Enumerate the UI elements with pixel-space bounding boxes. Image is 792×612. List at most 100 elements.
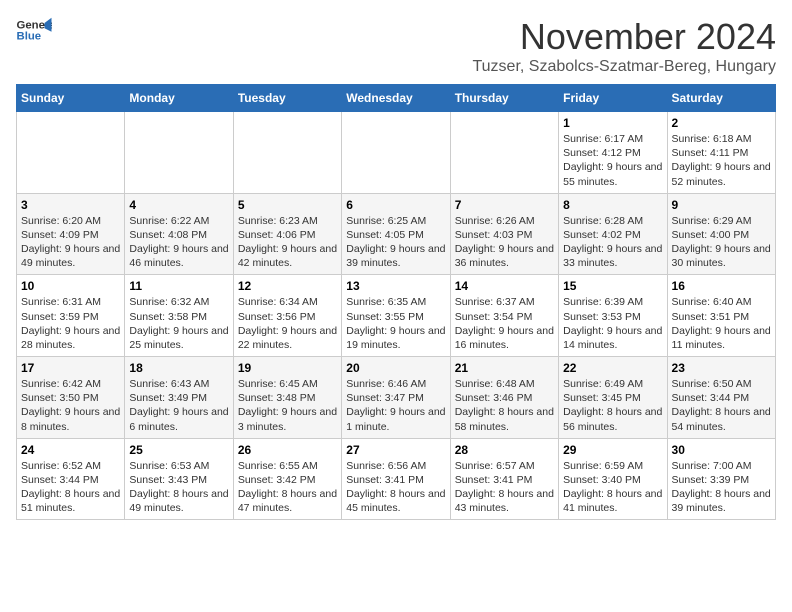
day-number: 15: [563, 279, 662, 293]
day-info: Sunrise: 6:20 AM Sunset: 4:09 PM Dayligh…: [21, 214, 120, 271]
day-cell: 17Sunrise: 6:42 AM Sunset: 3:50 PM Dayli…: [17, 357, 125, 439]
day-number: 29: [563, 443, 662, 457]
day-cell: 12 Sunrise: 6:34 AM Sunset: 3:56 PM Dayli…: [233, 275, 341, 357]
day-cell: 22Sunrise: 6:49 AM Sunset: 3:45 PM Dayli…: [559, 357, 667, 439]
day-info: Sunrise: 6:28 AM Sunset: 4:02 PM Dayligh…: [563, 214, 662, 271]
week-row-1: 3 Sunrise: 6:20 AM Sunset: 4:09 PM Daylig…: [17, 193, 776, 275]
day-info: Sunrise: 6:56 AM Sunset: 3:41 PM Dayligh…: [346, 459, 445, 516]
day-info: Sunrise: 6:59 AM Sunset: 3:40 PM Dayligh…: [563, 459, 662, 516]
day-cell: 11 Sunrise: 6:32 AM Sunset: 3:58 PM Dayli…: [125, 275, 233, 357]
day-number: 27: [346, 443, 445, 457]
day-cell: 5 Sunrise: 6:23 AM Sunset: 4:06 PM Daylig…: [233, 193, 341, 275]
day-number: 19: [238, 361, 337, 375]
header-thursday: Thursday: [450, 85, 558, 112]
logo-icon: General Blue: [16, 16, 52, 44]
day-number: 26: [238, 443, 337, 457]
day-info: Sunrise: 6:53 AM Sunset: 3:43 PM Dayligh…: [129, 459, 228, 516]
day-number: 24: [21, 443, 120, 457]
day-number: 12: [238, 279, 337, 293]
day-number: 30: [672, 443, 771, 457]
logo: General Blue: [16, 16, 52, 44]
header-sunday: Sunday: [17, 85, 125, 112]
location-title: Tuzser, Szabolcs-Szatmar-Bereg, Hungary: [472, 58, 776, 76]
week-row-4: 24 Sunrise: 6:52 AM Sunset: 3:44 PM Dayli…: [17, 438, 776, 520]
day-number: 3: [21, 198, 120, 212]
header-saturday: Saturday: [667, 85, 775, 112]
day-cell: [450, 112, 558, 194]
header-monday: Monday: [125, 85, 233, 112]
day-cell: 20 Sunrise: 6:46 AM Sunset: 3:47 PM Dayli…: [342, 357, 450, 439]
day-info: Sunrise: 6:26 AM Sunset: 4:03 PM Dayligh…: [455, 214, 554, 271]
day-cell: 4Sunrise: 6:22 AM Sunset: 4:08 PM Daylig…: [125, 193, 233, 275]
day-cell: 16 Sunrise: 6:40 AM Sunset: 3:51 PM Dayli…: [667, 275, 775, 357]
day-number: 20: [346, 361, 445, 375]
day-info: Sunrise: 6:31 AM Sunset: 3:59 PM Dayligh…: [21, 295, 120, 352]
day-info: Sunrise: 6:29 AM Sunset: 4:00 PM Dayligh…: [672, 214, 771, 271]
day-cell: 1Sunrise: 6:17 AM Sunset: 4:12 PM Daylig…: [559, 112, 667, 194]
day-info: Sunrise: 6:37 AM Sunset: 3:54 PM Dayligh…: [455, 295, 554, 352]
day-info: Sunrise: 6:52 AM Sunset: 3:44 PM Dayligh…: [21, 459, 120, 516]
week-row-3: 17Sunrise: 6:42 AM Sunset: 3:50 PM Dayli…: [17, 357, 776, 439]
day-number: 6: [346, 198, 445, 212]
day-info: Sunrise: 7:00 AM Sunset: 3:39 PM Dayligh…: [672, 459, 771, 516]
day-info: Sunrise: 6:23 AM Sunset: 4:06 PM Dayligh…: [238, 214, 337, 271]
week-row-0: 1Sunrise: 6:17 AM Sunset: 4:12 PM Daylig…: [17, 112, 776, 194]
day-cell: 18 Sunrise: 6:43 AM Sunset: 3:49 PM Dayli…: [125, 357, 233, 439]
day-number: 11: [129, 279, 228, 293]
calendar-table: SundayMondayTuesdayWednesdayThursdayFrid…: [16, 84, 776, 520]
day-cell: 25 Sunrise: 6:53 AM Sunset: 3:43 PM Dayli…: [125, 438, 233, 520]
day-info: Sunrise: 6:57 AM Sunset: 3:41 PM Dayligh…: [455, 459, 554, 516]
day-cell: 3 Sunrise: 6:20 AM Sunset: 4:09 PM Daylig…: [17, 193, 125, 275]
day-info: Sunrise: 6:35 AM Sunset: 3:55 PM Dayligh…: [346, 295, 445, 352]
day-number: 21: [455, 361, 554, 375]
header-wednesday: Wednesday: [342, 85, 450, 112]
day-info: Sunrise: 6:55 AM Sunset: 3:42 PM Dayligh…: [238, 459, 337, 516]
day-number: 4: [129, 198, 228, 212]
day-cell: [17, 112, 125, 194]
day-info: Sunrise: 6:42 AM Sunset: 3:50 PM Dayligh…: [21, 377, 120, 434]
day-cell: 15 Sunrise: 6:39 AM Sunset: 3:53 PM Dayli…: [559, 275, 667, 357]
day-info: Sunrise: 6:43 AM Sunset: 3:49 PM Dayligh…: [129, 377, 228, 434]
day-number: 28: [455, 443, 554, 457]
month-title: November 2024: [472, 16, 776, 58]
day-info: Sunrise: 6:46 AM Sunset: 3:47 PM Dayligh…: [346, 377, 445, 434]
day-number: 13: [346, 279, 445, 293]
day-cell: 29 Sunrise: 6:59 AM Sunset: 3:40 PM Dayli…: [559, 438, 667, 520]
day-info: Sunrise: 6:39 AM Sunset: 3:53 PM Dayligh…: [563, 295, 662, 352]
day-info: Sunrise: 6:45 AM Sunset: 3:48 PM Dayligh…: [238, 377, 337, 434]
day-cell: 14Sunrise: 6:37 AM Sunset: 3:54 PM Dayli…: [450, 275, 558, 357]
day-number: 25: [129, 443, 228, 457]
day-number: 9: [672, 198, 771, 212]
day-number: 7: [455, 198, 554, 212]
title-section: November 2024 Tuzser, Szabolcs-Szatmar-B…: [472, 16, 776, 76]
header-friday: Friday: [559, 85, 667, 112]
day-number: 23: [672, 361, 771, 375]
day-info: Sunrise: 6:25 AM Sunset: 4:05 PM Dayligh…: [346, 214, 445, 271]
svg-text:Blue: Blue: [17, 31, 42, 43]
day-info: Sunrise: 6:18 AM Sunset: 4:11 PM Dayligh…: [672, 132, 771, 189]
day-cell: 28 Sunrise: 6:57 AM Sunset: 3:41 PM Dayli…: [450, 438, 558, 520]
calendar-header-row: SundayMondayTuesdayWednesdayThursdayFrid…: [17, 85, 776, 112]
day-cell: 13 Sunrise: 6:35 AM Sunset: 3:55 PM Dayli…: [342, 275, 450, 357]
day-info: Sunrise: 6:49 AM Sunset: 3:45 PM Dayligh…: [563, 377, 662, 434]
day-number: 5: [238, 198, 337, 212]
day-info: Sunrise: 6:34 AM Sunset: 3:56 PM Dayligh…: [238, 295, 337, 352]
day-cell: 21 Sunrise: 6:48 AM Sunset: 3:46 PM Dayli…: [450, 357, 558, 439]
day-cell: 26 Sunrise: 6:55 AM Sunset: 3:42 PM Dayli…: [233, 438, 341, 520]
day-number: 8: [563, 198, 662, 212]
day-info: Sunrise: 6:48 AM Sunset: 3:46 PM Dayligh…: [455, 377, 554, 434]
page-header: General Blue November 2024 Tuzser, Szabo…: [16, 16, 776, 76]
day-cell: 30 Sunrise: 7:00 AM Sunset: 3:39 PM Dayli…: [667, 438, 775, 520]
day-number: 1: [563, 116, 662, 130]
day-number: 16: [672, 279, 771, 293]
day-cell: 2 Sunrise: 6:18 AM Sunset: 4:11 PM Daylig…: [667, 112, 775, 194]
week-row-2: 10 Sunrise: 6:31 AM Sunset: 3:59 PM Dayli…: [17, 275, 776, 357]
day-cell: 8 Sunrise: 6:28 AM Sunset: 4:02 PM Daylig…: [559, 193, 667, 275]
day-number: 18: [129, 361, 228, 375]
header-tuesday: Tuesday: [233, 85, 341, 112]
day-info: Sunrise: 6:40 AM Sunset: 3:51 PM Dayligh…: [672, 295, 771, 352]
day-number: 2: [672, 116, 771, 130]
day-info: Sunrise: 6:32 AM Sunset: 3:58 PM Dayligh…: [129, 295, 228, 352]
day-number: 10: [21, 279, 120, 293]
day-info: Sunrise: 6:50 AM Sunset: 3:44 PM Dayligh…: [672, 377, 771, 434]
